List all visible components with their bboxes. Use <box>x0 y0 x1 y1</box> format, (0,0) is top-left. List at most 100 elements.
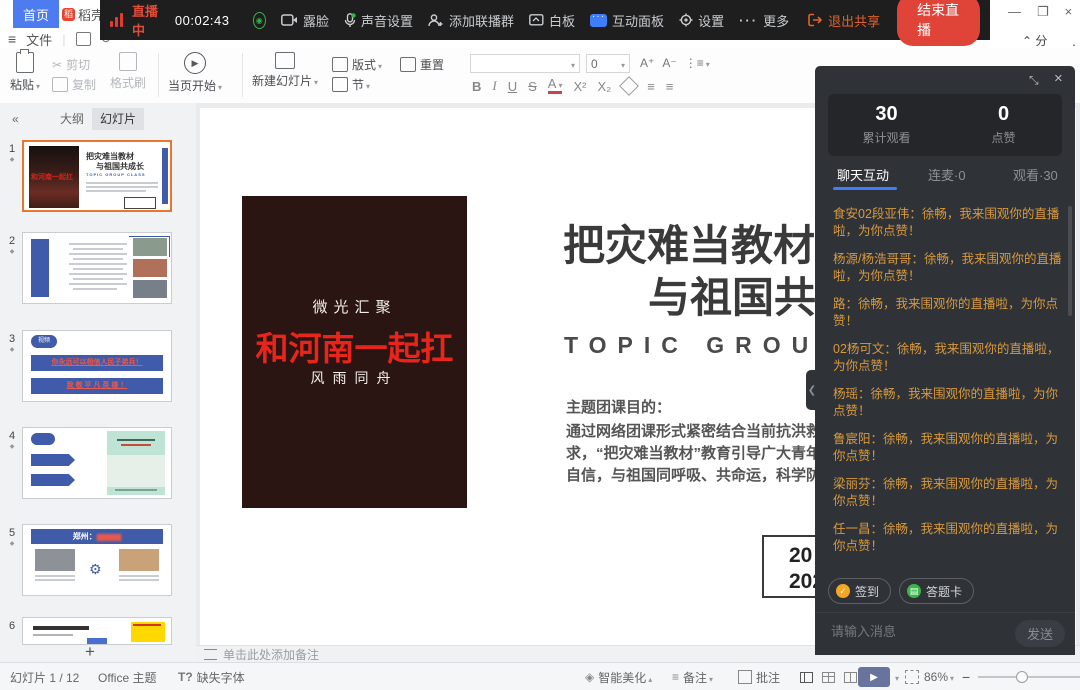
slide-thumbnail-1[interactable]: 和河南一起扛 把灾难当教材 与祖国共成长 TOPIC GROUP CLASS <box>22 140 172 212</box>
align-center-icon[interactable]: ≡ <box>666 79 674 94</box>
purpose-heading: 主题团课目的： <box>566 396 671 417</box>
paste-icon <box>16 52 34 73</box>
add-slide-button[interactable]: + <box>80 643 100 661</box>
slide-number: 3 <box>6 333 18 345</box>
slide-number: 6 <box>6 620 18 632</box>
photo-caption-bottom: 风雨同舟 <box>242 368 467 388</box>
notes-toggle-button[interactable]: ≡ 备注 <box>672 663 713 690</box>
likes-count: 0 <box>945 103 1062 126</box>
font-grow-icon[interactable]: A⁺ <box>640 56 654 70</box>
add-group-icon <box>428 14 444 27</box>
view-sorter-icon[interactable] <box>822 672 835 683</box>
chat-message: 杨源/杨浩哥哥：徐畅，我来围观你的直播啦，为你点赞！ <box>833 251 1063 285</box>
file-menu[interactable]: 文件 <box>26 30 52 49</box>
live-indicator-icon <box>110 13 123 27</box>
superscript-button[interactable]: X² <box>573 79 586 94</box>
layout-button[interactable]: 版式 <box>332 56 382 73</box>
tab-outline[interactable]: 大纲 <box>52 108 92 130</box>
slideshow-play-button[interactable]: ▶ <box>858 667 890 687</box>
format-painter-icon <box>119 52 137 71</box>
photo-caption-top: 微光汇聚 <box>242 296 467 317</box>
paste-button[interactable]: 粘贴 <box>10 52 40 93</box>
cut-button[interactable]: ✂剪切 <box>52 56 90 73</box>
italic-button[interactable]: I <box>492 78 496 94</box>
slideshow-options-caret[interactable] <box>893 670 899 684</box>
panel-close-icon[interactable]: × <box>1054 70 1063 87</box>
zoom-level[interactable]: 86% <box>924 670 954 684</box>
copy-button[interactable]: 复制 <box>52 76 96 93</box>
tab-home[interactable]: 首页 <box>13 0 59 28</box>
section-button[interactable]: 节 <box>332 76 370 93</box>
exit-share-button[interactable]: 退出共享 <box>808 11 880 30</box>
fit-window-icon[interactable] <box>905 670 919 684</box>
font-size-select[interactable]: 0 <box>586 54 630 73</box>
panel-minimize-icon[interactable]: ⤡ <box>1029 73 1039 88</box>
send-button[interactable]: 发送 <box>1015 620 1065 647</box>
font-shrink-icon[interactable]: A⁻ <box>662 56 676 70</box>
zoom-slider[interactable] <box>978 676 1080 678</box>
beautify-button[interactable]: ◈ 智能美化 <box>585 663 652 690</box>
chat-message: 梁丽芬：徐畅，我来围观你的直播啦，为你点赞！ <box>833 476 1063 510</box>
slide-thumbnail-5[interactable]: 郑州：▆▆▆▆ ⚙ <box>22 524 172 596</box>
slide-thumbnail-3[interactable]: 视频 你永远可以相信人民子弟兵！ 致 敬 平 凡 英 雄 ！ <box>22 330 172 402</box>
subscript-button[interactable]: X₂ <box>597 79 611 94</box>
tab-mic[interactable]: 连麦·0 <box>928 165 966 184</box>
menu-icon[interactable]: ≡ <box>8 31 16 47</box>
format-painter-button[interactable]: 格式刷 <box>110 52 146 91</box>
window-close-icon[interactable]: × <box>1065 4 1073 20</box>
underline-button[interactable]: U <box>508 79 517 94</box>
gear-icon <box>679 13 693 27</box>
window-minimize-icon[interactable]: — <box>1008 4 1021 20</box>
chat-messages[interactable]: 食安02段亚伟：徐畅，我来围观你的直播啦，为你点赞！ 杨源/杨浩哥哥：徐畅，我来… <box>833 206 1063 556</box>
network-status-icon[interactable]: ◉ <box>253 12 266 29</box>
font-color-button[interactable]: A <box>548 78 563 94</box>
window-restore-icon[interactable]: ❐ <box>1037 4 1049 20</box>
bullet-list-icon[interactable]: ⋮≡ <box>685 56 710 70</box>
section-icon <box>332 77 348 92</box>
missing-font-warning[interactable]: T? 缺失字体 <box>178 663 245 690</box>
font-name-select[interactable] <box>470 54 580 73</box>
sound-settings-button[interactable]: 声音设置 <box>344 11 413 30</box>
slide-thumbnail-4[interactable] <box>22 427 172 499</box>
view-normal-icon[interactable] <box>800 672 813 683</box>
slide-thumbnail-6[interactable] <box>22 617 172 645</box>
flood-photo[interactable]: 微光汇聚 和河南一起扛 风雨同舟 <box>242 196 467 508</box>
chat-bubble-icon <box>590 14 607 27</box>
chat-input[interactable] <box>829 623 983 640</box>
slide-thumbnail-2[interactable] <box>22 232 172 304</box>
comments-button[interactable]: 批注 <box>738 663 780 690</box>
play-current-button[interactable]: ▶ 当页开始 <box>168 52 222 94</box>
sign-in-button[interactable]: ✓ 签到 <box>828 578 891 604</box>
theme-name[interactable]: Office 主题 <box>98 663 156 690</box>
settings-button[interactable]: 设置 <box>679 11 724 30</box>
save-icon[interactable] <box>76 32 91 46</box>
notes-toggle-icon: ≡ <box>672 670 679 684</box>
interaction-panel-button[interactable]: 互动面板 <box>590 11 664 30</box>
reset-button[interactable]: 重置 <box>400 56 444 73</box>
answer-card-button[interactable]: ▤ 答题卡 <box>899 578 974 604</box>
more-button[interactable]: ··· 更多 <box>739 11 789 30</box>
strike-button[interactable]: S <box>528 79 537 94</box>
add-group-button[interactable]: 添加联播群 <box>428 11 514 30</box>
reset-icon <box>400 57 416 72</box>
new-slide-button[interactable]: 新建幻灯片 <box>252 52 318 89</box>
bold-button[interactable]: B <box>472 79 481 94</box>
tab-slides[interactable]: 幻灯片 <box>92 108 144 130</box>
clear-format-icon[interactable] <box>619 76 639 96</box>
active-tab-underline <box>833 187 897 190</box>
chat-scrollbar[interactable] <box>1068 206 1072 316</box>
zoom-slider-knob[interactable] <box>1016 671 1028 683</box>
sign-in-icon: ✓ <box>836 584 850 598</box>
view-reading-icon[interactable] <box>844 672 857 683</box>
zoom-out-icon[interactable]: − <box>962 669 970 685</box>
collapse-panel-icon[interactable]: « <box>4 108 27 130</box>
end-live-button[interactable]: 结束直播 <box>897 0 980 46</box>
align-left-icon[interactable]: ≡ <box>647 79 655 94</box>
purpose-line: 自信，与祖国同呼吸、共命运，科学防汛 <box>566 464 836 485</box>
tab-chat[interactable]: 聊天互动 <box>837 165 889 184</box>
window-controls: — ❐ × <box>1008 4 1072 20</box>
wps-live-window: 首页 稻 稻壳 ≡ 文件 | ↺ — ❐ × ⌃ 分享 ⋮ 查找 直播中 00:… <box>0 0 1080 690</box>
tab-watch[interactable]: 观看·30 <box>1013 165 1058 184</box>
whiteboard-button[interactable]: 白板 <box>529 11 575 30</box>
camera-button[interactable]: 露脸 <box>281 11 329 30</box>
